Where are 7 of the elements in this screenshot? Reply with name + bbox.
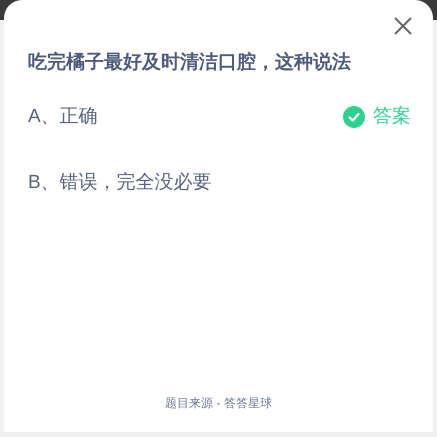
source-text: 题目来源 - 答答星球 [165,395,272,412]
option-text[interactable]: B、错误，完全没必要 [28,168,212,198]
answer-label: 答案 [373,104,411,129]
question-text: 吃完橘子最好及时清洁口腔，这种说法 [28,50,352,75]
option-text[interactable]: A、正确 [28,102,98,132]
check-icon [343,106,365,128]
close-icon [393,16,413,36]
